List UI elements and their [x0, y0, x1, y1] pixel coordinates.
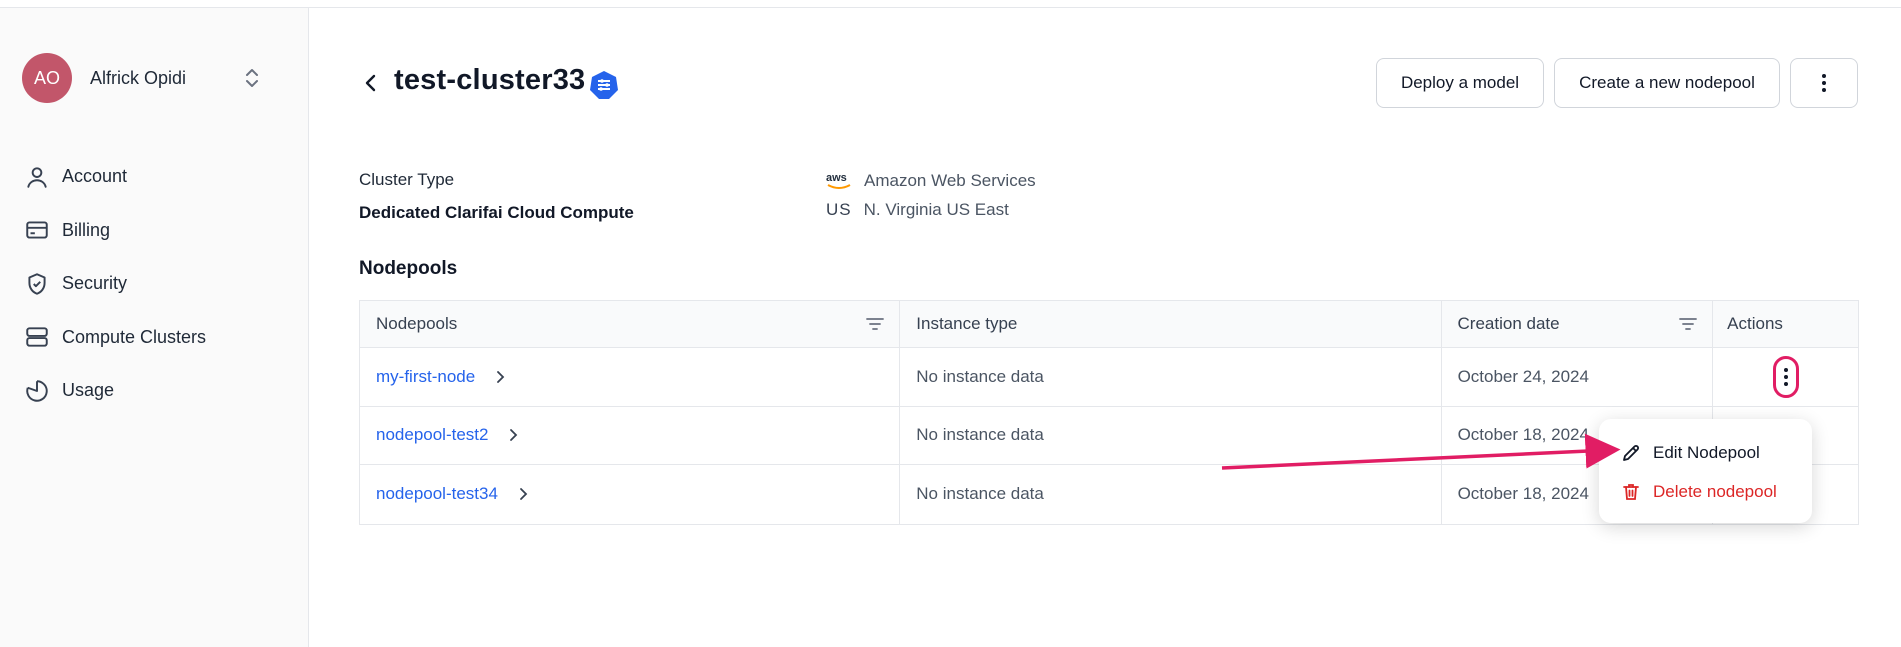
- instance-type-cell: No instance data: [900, 406, 1442, 464]
- sidebar-item-label: Security: [62, 273, 128, 294]
- sidebar-nav: Account Billing Security Compute Cluster…: [24, 150, 206, 418]
- shield-icon: [28, 273, 46, 295]
- cluster-type-label: Cluster Type: [359, 170, 455, 189]
- sidebar-item-usage[interactable]: Usage: [24, 364, 206, 418]
- row-actions-menu: Edit Nodepool Delete nodepool: [1599, 419, 1812, 523]
- column-header-actions: Actions: [1713, 301, 1858, 347]
- sidebar-item-label: Account: [62, 166, 128, 187]
- page-title: test-cluster33: [394, 64, 586, 96]
- cluster-region: US N. Virginia US East: [826, 200, 1009, 220]
- delete-nodepool-label: Delete nodepool: [1653, 482, 1777, 501]
- server-icon: [26, 327, 48, 347]
- provider-name: Amazon Web Services: [864, 171, 1036, 190]
- sidebar-item-security[interactable]: Security: [24, 257, 206, 311]
- column-header-instance-type: Instance type: [900, 301, 1442, 347]
- sidebar-item-label: Usage: [62, 380, 115, 401]
- aws-logo-icon: aws: [826, 172, 851, 189]
- kebab-menu-icon: [1822, 74, 1826, 92]
- create-nodepool-button[interactable]: Create a new nodepool: [1554, 58, 1780, 108]
- trash-icon: [1623, 484, 1639, 500]
- actions-cell: [1713, 348, 1858, 406]
- avatar: AO: [22, 53, 72, 103]
- nodepool-link[interactable]: nodepool-test34: [376, 484, 498, 504]
- user-name: Alfrick Opidi: [90, 67, 187, 88]
- column-header-label: Instance type: [916, 314, 1018, 333]
- edit-nodepool-label: Edit Nodepool: [1653, 443, 1760, 462]
- sidebar-item-label: Compute Clusters: [62, 326, 207, 347]
- delete-nodepool-menu-item[interactable]: Delete nodepool: [1621, 482, 1777, 502]
- column-header-creation-date: Creation date: [1442, 301, 1714, 347]
- kebab-menu-icon: [1783, 367, 1788, 386]
- column-header-label: Actions: [1727, 314, 1783, 333]
- deploy-model-button[interactable]: Deploy a model: [1376, 58, 1544, 108]
- nodepool-link[interactable]: nodepool-test2: [376, 425, 488, 445]
- column-header-nodepools: Nodepools: [360, 301, 901, 347]
- back-arrow-icon[interactable]: [360, 72, 382, 94]
- filter-icon[interactable]: [865, 315, 885, 333]
- region-name: N. Virginia US East: [863, 200, 1009, 219]
- cluster-badge-icon: [590, 71, 618, 99]
- filter-icon[interactable]: [1678, 315, 1698, 333]
- chevron-right-icon[interactable]: [493, 370, 507, 384]
- edit-nodepool-menu-item[interactable]: Edit Nodepool: [1621, 443, 1760, 463]
- creation-date-cell: October 24, 2024: [1442, 348, 1714, 406]
- chevron-up-down-icon[interactable]: [242, 66, 262, 90]
- more-options-button[interactable]: [1790, 58, 1858, 108]
- column-header-label: Creation date: [1457, 314, 1560, 333]
- chevron-right-icon[interactable]: [516, 487, 530, 501]
- sidebar-item-billing[interactable]: Billing: [24, 204, 206, 258]
- pie-chart-icon: [26, 380, 48, 402]
- nodepool-name-cell[interactable]: nodepool-test2: [360, 406, 901, 464]
- chevron-right-icon[interactable]: [506, 428, 520, 442]
- instance-type-cell: No instance data: [900, 348, 1442, 406]
- sidebar: AO Alfrick Opidi Account Billing Securit…: [0, 8, 309, 647]
- user-icon: [27, 167, 47, 188]
- nodepool-name-cell[interactable]: my-first-node: [360, 348, 901, 406]
- instance-type-cell: No instance data: [900, 465, 1442, 524]
- table-row: my-first-node No instance data October 2…: [360, 348, 1858, 407]
- nodepool-link[interactable]: my-first-node: [376, 367, 475, 387]
- column-header-label: Nodepools: [376, 314, 458, 333]
- cluster-type-value: Dedicated Clarifai Cloud Compute: [359, 203, 634, 222]
- table-header: Nodepools Instance type Creation date Ac…: [360, 301, 1858, 348]
- sidebar-item-label: Billing: [62, 219, 111, 240]
- sidebar-item-account[interactable]: Account: [24, 150, 206, 204]
- nodepool-name-cell[interactable]: nodepool-test34: [360, 465, 901, 524]
- nodepools-section-title: Nodepools: [359, 258, 458, 279]
- sidebar-item-compute-clusters[interactable]: Compute Clusters: [24, 311, 206, 365]
- cloud-provider: aws Amazon Web Services: [826, 170, 1036, 192]
- pencil-icon: [1623, 445, 1639, 461]
- row-actions-button[interactable]: [1772, 355, 1799, 398]
- top-border: [0, 0, 1901, 8]
- aws-logo-text: aws: [826, 172, 847, 184]
- region-code: US: [826, 200, 852, 219]
- user-switcher[interactable]: AO Alfrick Opidi: [22, 52, 272, 104]
- credit-card-icon: [26, 221, 48, 239]
